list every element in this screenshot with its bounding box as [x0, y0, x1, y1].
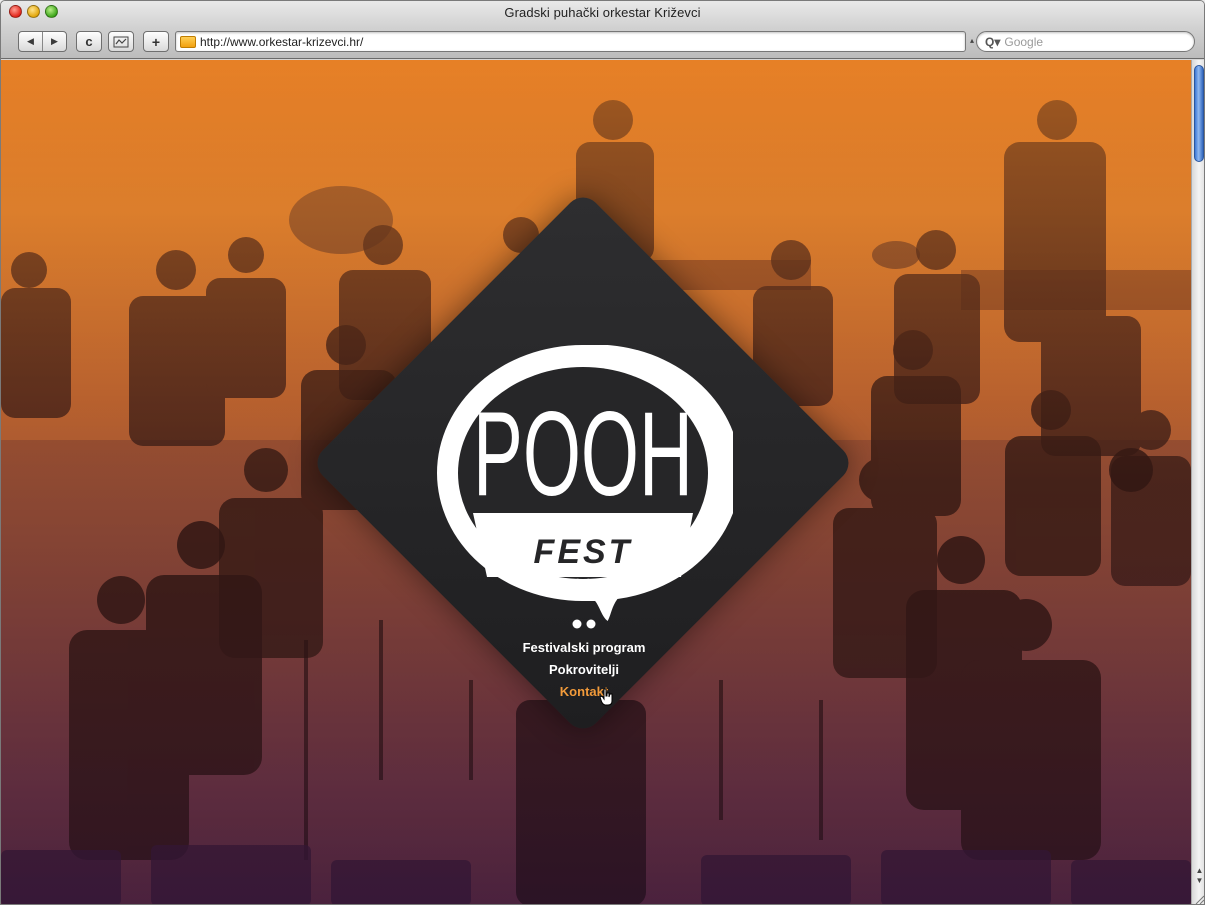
logo-brand-text: POOH: [473, 387, 693, 521]
back-arrow-icon[interactable]: ◀: [19, 32, 43, 51]
browser-window: Gradski puhački orkestar Križevci ◀ ▶ c …: [0, 0, 1205, 905]
vertical-scrollbar[interactable]: ▲ ▼: [1191, 60, 1205, 905]
menu-item-sponsors[interactable]: Pokrovitelji: [1, 659, 1167, 681]
resize-grip-icon[interactable]: [1193, 893, 1205, 905]
search-input[interactable]: Google: [1004, 35, 1043, 49]
hand-pointer-icon: [600, 688, 613, 706]
menu-item-festival-program[interactable]: Festivalski program: [1, 637, 1167, 659]
menu-item-contact[interactable]: Kontakt: [1, 681, 1167, 703]
chevron-down-icon[interactable]: ▴: [970, 36, 974, 45]
festival-year: 2013.: [573, 575, 619, 599]
search-icon[interactable]: Q▾: [985, 35, 1000, 49]
window-title: Gradski puhački orkestar Križevci: [504, 5, 701, 20]
folder-icon: [180, 35, 196, 48]
add-bookmark-button[interactable]: +: [143, 31, 169, 52]
address-bar[interactable]: http://www.orkestar-krizevci.hr/ ▴: [175, 31, 974, 52]
logo-sub-text: FEST: [534, 533, 633, 571]
snapback-icon: [113, 36, 129, 47]
navigation-buttons: ◀ ▶: [18, 31, 67, 52]
scrollbar-thumb[interactable]: [1194, 65, 1204, 162]
browser-chrome: Gradski puhački orkestar Križevci ◀ ▶ c …: [1, 1, 1204, 59]
reload-icon: c: [85, 34, 93, 49]
snapback-button[interactable]: [108, 31, 134, 52]
plus-icon: +: [151, 33, 161, 50]
forward-arrow-icon[interactable]: ▶: [43, 32, 66, 51]
dots-decoration: [572, 619, 596, 629]
search-field[interactable]: Q▾ Google: [976, 31, 1195, 52]
browser-toolbar: ◀ ▶ c + http://www.orkestar-krizevci.hr/…: [1, 30, 1204, 54]
page-viewport: POOH FEST 2013. Festivalski program Pokr…: [1, 60, 1191, 904]
scroll-arrows[interactable]: ▲ ▼: [1192, 866, 1204, 896]
main-menu: Festivalski program Pokrovitelji Kontakt: [1, 637, 1167, 703]
reload-button[interactable]: c: [76, 31, 102, 52]
address-input[interactable]: http://www.orkestar-krizevci.hr/: [200, 35, 363, 49]
